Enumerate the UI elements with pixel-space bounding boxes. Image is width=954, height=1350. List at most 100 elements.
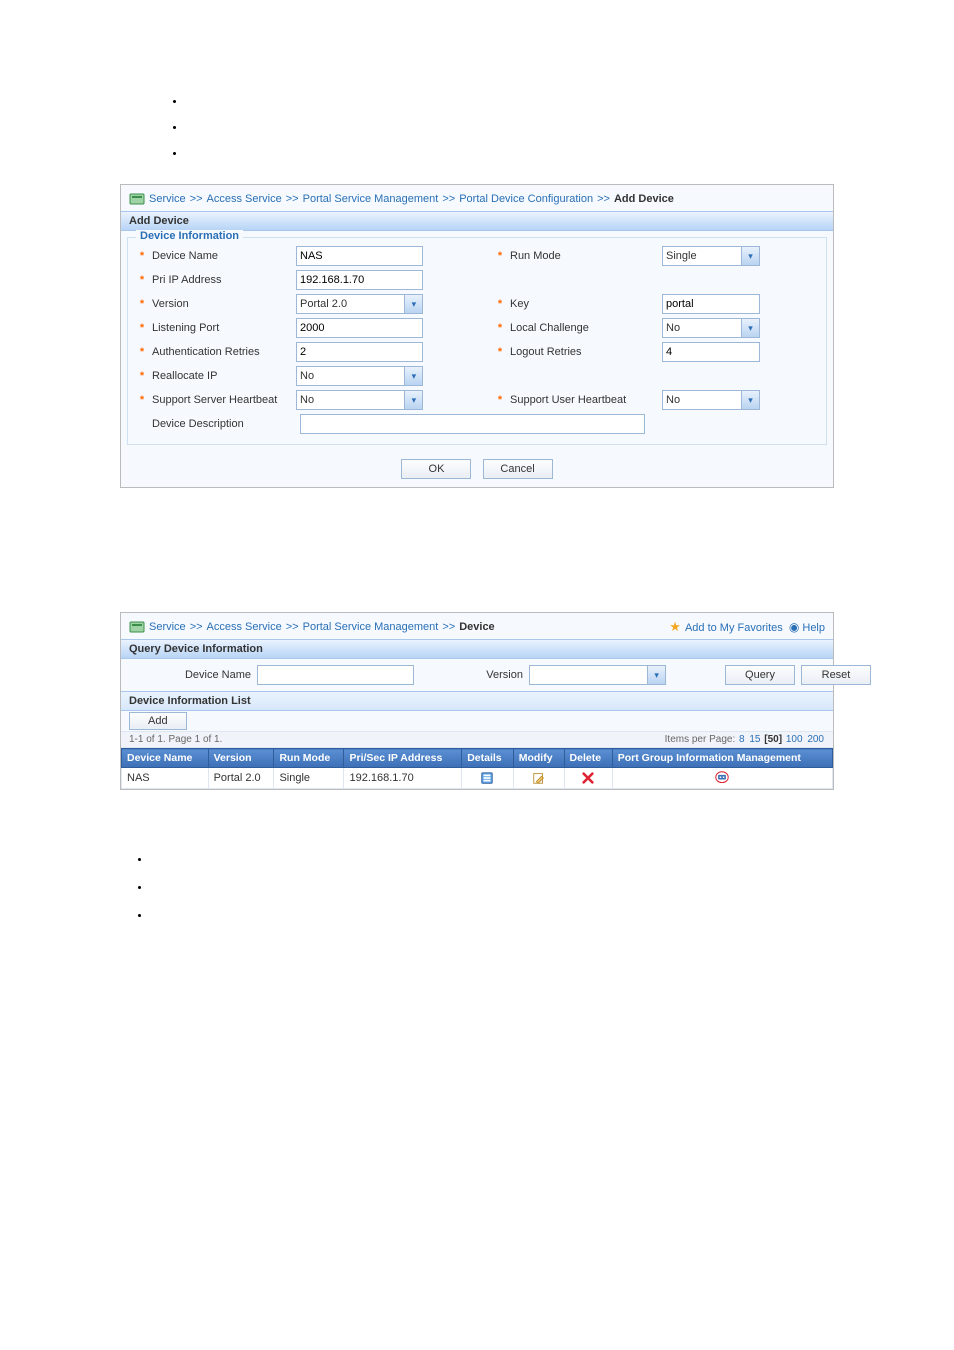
auth-retries-label: Authentication Retries bbox=[152, 346, 292, 358]
table-row: NAS Portal 2.0 Single 192.168.1.70 bbox=[122, 768, 833, 789]
crumb-sep: >> bbox=[190, 621, 203, 633]
listening-port-label: Listening Port bbox=[152, 322, 292, 334]
chevron-down-icon: ▾ bbox=[741, 247, 759, 265]
bullet-item bbox=[150, 910, 954, 920]
help-icon: ◉ bbox=[789, 620, 799, 634]
bullet-item bbox=[150, 854, 954, 864]
page-size-15[interactable]: 15 bbox=[749, 734, 760, 745]
col-device-name[interactable]: Device Name bbox=[122, 749, 209, 768]
panel-title: Add Device bbox=[121, 211, 833, 231]
reset-button[interactable]: Reset bbox=[801, 665, 871, 685]
required-star: * bbox=[494, 298, 506, 310]
query-version-label: Version bbox=[423, 669, 523, 681]
breadcrumb: Service >> Access Service >> Portal Serv… bbox=[121, 185, 833, 211]
crumb-sep: >> bbox=[597, 193, 610, 205]
support-server-hb-select[interactable]: No▾ bbox=[296, 390, 423, 410]
required-star: * bbox=[136, 322, 148, 334]
pri-ip-label: Pri IP Address bbox=[152, 274, 292, 286]
query-row: Device Name Version ▾ Query Reset bbox=[121, 659, 833, 691]
logout-retries-label: Logout Retries bbox=[510, 346, 658, 358]
page-size-8[interactable]: 8 bbox=[739, 734, 745, 745]
device-name-input[interactable] bbox=[296, 246, 423, 266]
list-bar-title: Device Information List bbox=[121, 691, 833, 711]
crumb-sep: >> bbox=[442, 193, 455, 205]
crumb-current: Add Device bbox=[614, 193, 674, 205]
cancel-button[interactable]: Cancel bbox=[483, 459, 553, 479]
listening-port-input[interactable] bbox=[296, 318, 423, 338]
logout-retries-input[interactable] bbox=[662, 342, 760, 362]
run-mode-label: Run Mode bbox=[510, 250, 658, 262]
version-label: Version bbox=[152, 298, 292, 310]
delete-icon[interactable] bbox=[581, 771, 595, 785]
query-device-name-input[interactable] bbox=[257, 665, 414, 685]
chevron-down-icon: ▾ bbox=[404, 367, 422, 385]
col-port-group: Port Group Information Management bbox=[612, 749, 832, 768]
crumb-portal-mgmt[interactable]: Portal Service Management bbox=[303, 621, 439, 633]
support-user-hb-label: Support User Heartbeat bbox=[510, 394, 658, 406]
chevron-down-icon: ▾ bbox=[404, 391, 422, 409]
chevron-down-icon: ▾ bbox=[404, 295, 422, 313]
support-user-hb-select[interactable]: No▾ bbox=[662, 390, 760, 410]
page-size-200[interactable]: 200 bbox=[807, 734, 824, 745]
crumb-sep: >> bbox=[286, 621, 299, 633]
crumb-access[interactable]: Access Service bbox=[207, 193, 282, 205]
device-desc-input[interactable] bbox=[300, 414, 645, 434]
details-icon[interactable] bbox=[480, 771, 494, 785]
bottom-bullet-list bbox=[150, 854, 954, 920]
ok-button[interactable]: OK bbox=[401, 459, 471, 479]
crumb-access[interactable]: Access Service bbox=[207, 621, 282, 633]
support-server-hb-label: Support Server Heartbeat bbox=[152, 394, 292, 406]
page-size-100[interactable]: 100 bbox=[786, 734, 803, 745]
col-delete: Delete bbox=[564, 749, 612, 768]
col-version[interactable]: Version bbox=[208, 749, 274, 768]
pager-row: 1-1 of 1. Page 1 of 1. Items per Page: 8… bbox=[121, 731, 833, 748]
crumb-service[interactable]: Service bbox=[149, 193, 186, 205]
reallocate-ip-select[interactable]: No▾ bbox=[296, 366, 423, 386]
star-icon: ★ bbox=[669, 619, 681, 634]
auth-retries-input[interactable] bbox=[296, 342, 423, 362]
top-bullet-list bbox=[185, 90, 954, 164]
crumb-device-conf[interactable]: Portal Device Configuration bbox=[459, 193, 593, 205]
pri-ip-input[interactable] bbox=[296, 270, 423, 290]
help-link[interactable]: Help bbox=[802, 622, 825, 634]
key-input[interactable] bbox=[662, 294, 760, 314]
required-star: * bbox=[494, 394, 506, 406]
chevron-down-icon: ▾ bbox=[647, 666, 665, 684]
table-header-row: Device Name Version Run Mode Pri/Sec IP … bbox=[122, 749, 833, 768]
device-desc-label: Device Description bbox=[152, 418, 296, 430]
bullet-item bbox=[185, 116, 954, 138]
col-details: Details bbox=[462, 749, 514, 768]
page-info: 1-1 of 1. Page 1 of 1. bbox=[129, 734, 222, 745]
device-table: Device Name Version Run Mode Pri/Sec IP … bbox=[121, 748, 833, 789]
device-name-label: Device Name bbox=[152, 250, 292, 262]
add-button[interactable]: Add bbox=[129, 712, 187, 730]
crumb-portal-mgmt[interactable]: Portal Service Management bbox=[303, 193, 439, 205]
local-challenge-select[interactable]: No▾ bbox=[662, 318, 760, 338]
query-version-select[interactable]: ▾ bbox=[529, 665, 666, 685]
reallocate-ip-label: Reallocate IP bbox=[152, 370, 292, 382]
fieldset-legend: Device Information bbox=[136, 230, 243, 242]
col-run-mode[interactable]: Run Mode bbox=[274, 749, 344, 768]
crumb-current: Device bbox=[459, 621, 494, 633]
crumb-service[interactable]: Service bbox=[149, 621, 186, 633]
crumb-sep: >> bbox=[286, 193, 299, 205]
required-star: * bbox=[136, 250, 148, 262]
cell-device-name: NAS bbox=[122, 768, 209, 789]
required-star: * bbox=[136, 274, 148, 286]
run-mode-select[interactable]: Single▾ bbox=[662, 246, 760, 266]
cell-version: Portal 2.0 bbox=[208, 768, 274, 789]
button-row: OK Cancel bbox=[121, 451, 833, 487]
required-star: * bbox=[494, 346, 506, 358]
query-device-name-label: Device Name bbox=[131, 669, 251, 681]
port-group-icon[interactable] bbox=[715, 771, 729, 785]
add-favorites-link[interactable]: Add to My Favorites bbox=[685, 622, 783, 634]
col-ip[interactable]: Pri/Sec IP Address bbox=[344, 749, 462, 768]
page-size-50: [50] bbox=[764, 734, 782, 745]
crumb-sep: >> bbox=[190, 193, 203, 205]
service-icon bbox=[129, 619, 145, 635]
required-star: * bbox=[136, 346, 148, 358]
required-star: * bbox=[136, 298, 148, 310]
version-select[interactable]: Portal 2.0▾ bbox=[296, 294, 423, 314]
query-button[interactable]: Query bbox=[725, 665, 795, 685]
modify-icon[interactable] bbox=[532, 771, 546, 785]
